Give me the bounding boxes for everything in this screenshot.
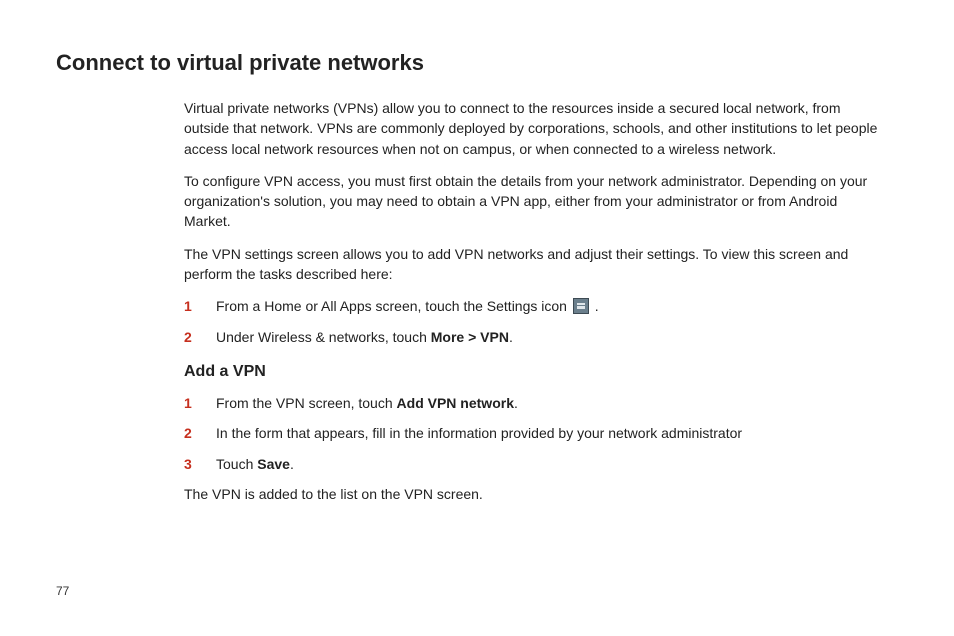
text: .: [290, 456, 294, 472]
step-item: 2 Under Wireless & networks, touch More …: [184, 327, 884, 347]
step-text: Touch Save.: [216, 454, 884, 474]
step-text: Under Wireless & networks, touch More > …: [216, 327, 884, 347]
page-number: 77: [56, 584, 69, 598]
step-number: 2: [184, 327, 216, 347]
bold-text: Add VPN network: [397, 395, 514, 411]
text: From a Home or All Apps screen, touch th…: [216, 298, 571, 314]
bold-text: More > VPN: [431, 329, 509, 345]
text: From the VPN screen, touch: [216, 395, 397, 411]
text: .: [509, 329, 513, 345]
step-item: 1 From the VPN screen, touch Add VPN net…: [184, 393, 884, 413]
paragraph: The VPN is added to the list on the VPN …: [184, 484, 884, 504]
step-number: 2: [184, 423, 216, 443]
section-subheading: Add a VPN: [184, 363, 884, 381]
step-item: 3 Touch Save.: [184, 454, 884, 474]
text: .: [591, 298, 599, 314]
text: .: [514, 395, 518, 411]
paragraph: Virtual private networks (VPNs) allow yo…: [184, 98, 884, 159]
paragraph: The VPN settings screen allows you to ad…: [184, 244, 884, 285]
text: Touch: [216, 456, 257, 472]
step-text: From the VPN screen, touch Add VPN netwo…: [216, 393, 884, 413]
text: Under Wireless & networks, touch: [216, 329, 431, 345]
step-text: From a Home or All Apps screen, touch th…: [216, 296, 884, 316]
step-item: 1 From a Home or All Apps screen, touch …: [184, 296, 884, 316]
bold-text: Save: [257, 456, 290, 472]
page-title: Connect to virtual private networks: [56, 50, 894, 76]
paragraph: To configure VPN access, you must first …: [184, 171, 884, 232]
body-content: Virtual private networks (VPNs) allow yo…: [184, 98, 884, 504]
step-number: 3: [184, 454, 216, 474]
step-number: 1: [184, 296, 216, 316]
settings-icon: [573, 298, 589, 314]
step-number: 1: [184, 393, 216, 413]
step-text: In the form that appears, fill in the in…: [216, 423, 884, 443]
step-item: 2 In the form that appears, fill in the …: [184, 423, 884, 443]
